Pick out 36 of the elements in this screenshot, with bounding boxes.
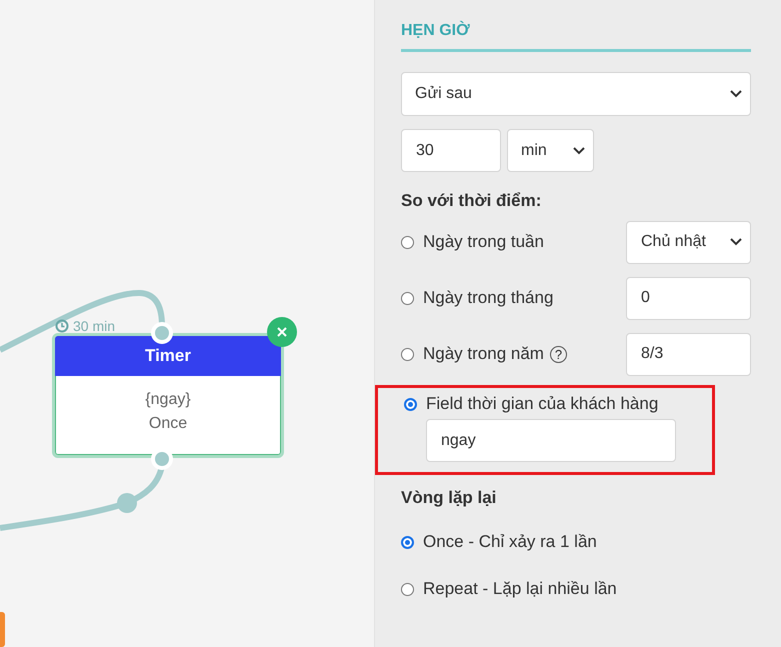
option-label: Repeat - Lặp lại nhiều lần	[423, 579, 617, 599]
unit-select[interactable]: min	[507, 129, 594, 172]
help-icon[interactable]: ?	[550, 346, 567, 362]
delay-label: 30 min	[73, 318, 116, 334]
node-text: Once	[148, 414, 188, 434]
caret-icon	[730, 90, 742, 98]
field-input[interactable]: ngay	[426, 419, 676, 462]
option-label: Once - Chỉ xảy ra 1 lần	[423, 532, 597, 552]
section-title: HẸN GIỜ	[401, 22, 751, 52]
node-title: Timer	[55, 336, 281, 376]
radio-button[interactable]	[401, 348, 414, 360]
day-input[interactable]: 8/3	[626, 332, 751, 376]
option-label: Ngày trong năm	[423, 344, 544, 364]
close-button[interactable]	[267, 317, 297, 347]
radio-button[interactable]	[404, 398, 417, 410]
caret-icon	[730, 238, 742, 246]
option-label: Field thời gian của khách hàng	[426, 394, 658, 414]
radio-button[interactable]	[401, 582, 414, 596]
radio-button[interactable]	[401, 536, 414, 548]
node-text: {ngay}	[144, 390, 192, 410]
radio-button[interactable]	[401, 292, 414, 304]
mode-select[interactable]: Gửi sau	[401, 72, 751, 116]
section-heading: Vòng lặp lại	[401, 488, 498, 508]
connector-dot	[117, 493, 137, 513]
close-icon	[276, 326, 288, 338]
delay-input[interactable]: 30	[401, 129, 501, 172]
day-select[interactable]: Chủ nhật	[626, 220, 751, 264]
connection-port[interactable]	[151, 322, 173, 344]
clock-icon	[55, 319, 69, 333]
day-input[interactable]: 0	[626, 276, 751, 320]
option-label: Ngày trong tháng	[423, 288, 554, 308]
option-label: Ngày trong tuần	[423, 232, 544, 252]
caret-icon	[573, 146, 585, 154]
section-heading: So với thời điểm:	[401, 191, 542, 211]
radio-button[interactable]	[401, 236, 414, 248]
timer-node[interactable]: Timer {ngay} Once	[52, 333, 284, 458]
